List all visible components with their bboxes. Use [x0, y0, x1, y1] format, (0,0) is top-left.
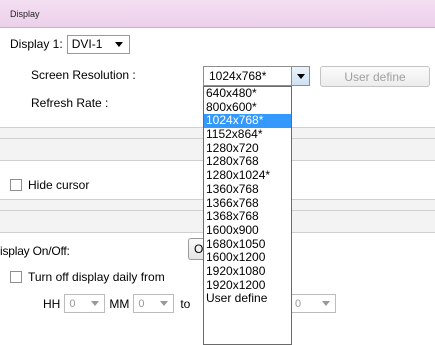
hide-cursor-checkbox[interactable] [10, 179, 22, 191]
to-label: to [180, 296, 191, 311]
section-header: Display [0, 0, 435, 28]
resolution-select-value: 1024x768* [209, 69, 267, 83]
resolution-option[interactable]: 1280x720 [204, 141, 291, 156]
start-minute-value: 0 [138, 297, 145, 310]
resolution-option[interactable]: 1600x900 [204, 223, 291, 238]
resolution-option[interactable]: 1152x864* [204, 127, 291, 142]
turn-off-daily-label: Turn off display daily from [28, 270, 165, 284]
schedule-time-row: HH 0 MM 0 to [43, 294, 194, 313]
refresh-rate-label: Refresh Rate : [31, 96, 109, 110]
resolution-dropdown-button[interactable] [291, 67, 309, 85]
resolution-select[interactable]: 1024x768* [203, 66, 310, 86]
chevron-down-icon [160, 301, 169, 306]
resolution-option[interactable]: 1280x768 [204, 155, 291, 169]
screen-resolution-label: Screen Resolution : [31, 68, 136, 82]
resolution-option[interactable]: 1368x768 [204, 209, 291, 224]
resolution-option[interactable]: 1600x1200 [204, 251, 291, 265]
chevron-down-icon [114, 41, 123, 47]
chevron-down-icon [91, 301, 100, 306]
start-minute-select[interactable]: 0 [133, 294, 175, 313]
resolution-option[interactable]: 1024x768* [204, 114, 291, 129]
resolution-option[interactable]: 1920x1080 [204, 264, 291, 279]
resolution-option[interactable]: 800x600* [204, 100, 291, 115]
resolution-option[interactable]: User define [204, 292, 291, 306]
resolution-option[interactable]: 640x480* [204, 87, 291, 101]
hh-label: HH [43, 296, 61, 311]
hide-cursor-label: Hide cursor [28, 178, 90, 192]
resolution-option[interactable]: 1360x768 [204, 182, 291, 197]
display-select-label: Display 1: [10, 37, 63, 51]
resolution-option[interactable]: 1280x1024* [204, 168, 291, 183]
start-hour-value: 0 [69, 297, 76, 310]
section-title: Display [10, 9, 40, 19]
resolution-option[interactable]: 1680x1050 [204, 237, 291, 252]
chevron-down-icon [296, 73, 305, 79]
hide-cursor-row: Hide cursor [10, 178, 89, 192]
display-select-row: Display 1: DVI-1 [10, 34, 130, 54]
end-minute-select[interactable]: 0 [290, 294, 336, 313]
start-hour-select[interactable]: 0 [64, 294, 106, 313]
chevron-down-icon [322, 301, 330, 306]
mm-label: MM [109, 296, 130, 311]
user-define-button[interactable]: User define [320, 66, 430, 87]
resolution-option[interactable]: 1920x1200 [204, 278, 291, 293]
turn-off-daily-checkbox[interactable] [10, 271, 22, 283]
resolution-option[interactable]: 1366x768 [204, 196, 291, 211]
end-minute-value: 0 [295, 297, 302, 310]
display-select[interactable]: DVI-1 [66, 34, 130, 54]
turn-off-daily-row: Turn off display daily from [10, 270, 165, 284]
display-select-value: DVI-1 [71, 37, 103, 51]
display-onoff-label: isplay On/Off: [0, 244, 70, 258]
resolution-dropdown-list: 640x480* 800x600* 1024x768* 1152x864* 1280x7… [203, 86, 292, 345]
